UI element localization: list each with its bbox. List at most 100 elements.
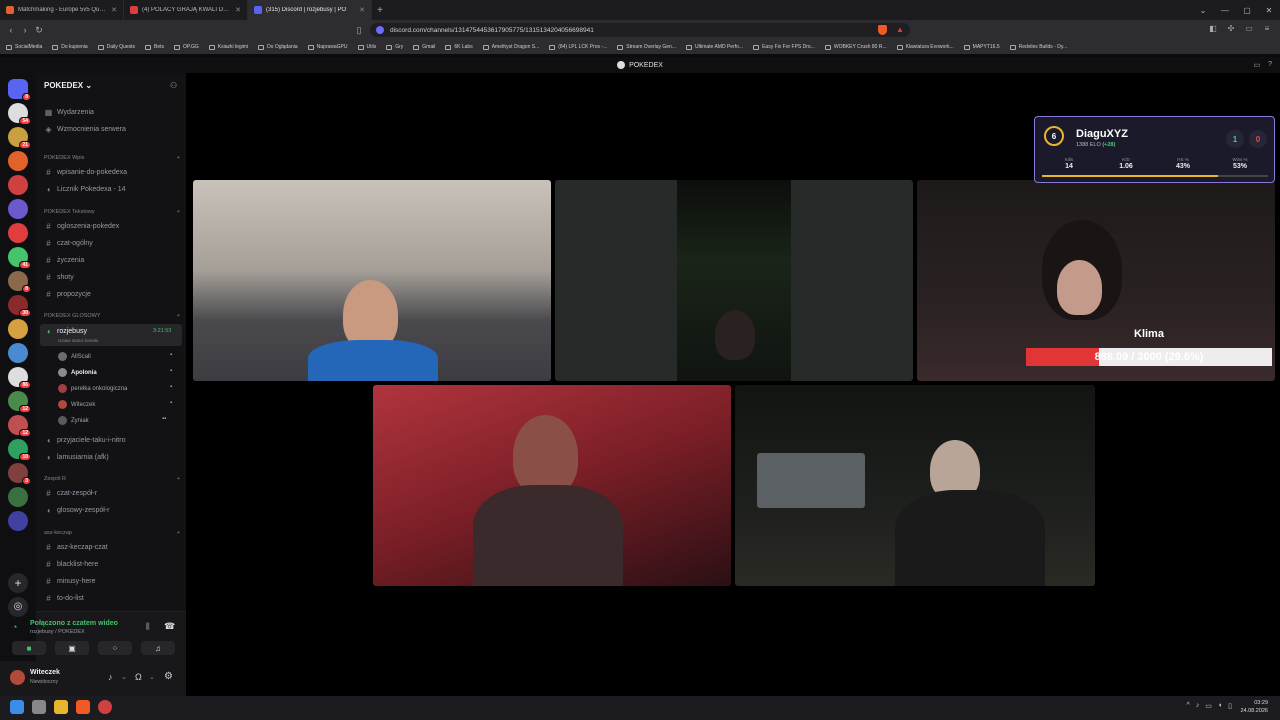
back-icon[interactable]: ‹: [4, 25, 18, 35]
start-icon[interactable]: [10, 700, 24, 714]
disconnect-icon[interactable]: ☎: [164, 621, 175, 632]
server-icon[interactable]: 12: [8, 415, 31, 437]
voice-channel[interactable]: ◖ Licznik Pokedexa - 14: [44, 185, 180, 194]
maximize-button[interactable]: ▢: [1236, 6, 1258, 15]
add-channel-icon[interactable]: +: [177, 209, 180, 215]
voice-channel[interactable]: ◖ lamusiarnia (afk): [44, 453, 180, 462]
bookmark-item[interactable]: Utils: [357, 44, 376, 50]
bookmark-item[interactable]: Bets: [145, 44, 164, 50]
bookmark-item[interactable]: NaprawaGPU: [307, 44, 348, 50]
bookmark-item[interactable]: 6K Labs: [445, 44, 473, 50]
soundboard-button[interactable]: ♫: [141, 641, 175, 655]
text-channel[interactable]: # czat-ogólny: [44, 239, 180, 248]
forward-icon[interactable]: ›: [18, 25, 32, 35]
text-channel[interactable]: # to-do-list: [44, 594, 180, 603]
video-tile[interactable]: [555, 180, 913, 381]
channel-events[interactable]: ▦ Wydarzenia: [44, 108, 180, 117]
bookmark-item[interactable]: OP.GG: [174, 44, 199, 50]
screen-share-button[interactable]: ▣: [55, 641, 89, 655]
video-tile[interactable]: [193, 180, 551, 381]
bookmark-item[interactable]: Gry: [386, 44, 403, 50]
voice-user[interactable]: AllScall: [58, 352, 91, 361]
text-channel[interactable]: # czat-zespół-r: [44, 489, 180, 498]
taskbar-clock[interactable]: 03:29 24.08.2026: [1240, 699, 1268, 715]
server-icon[interactable]: [8, 319, 28, 339]
bookmark-item[interactable]: (84) LPL LCK Pros -...: [549, 44, 607, 50]
tab-close-icon[interactable]: ✕: [235, 6, 241, 14]
camera-toggle-button[interactable]: ■: [12, 641, 46, 655]
server-icon[interactable]: [8, 487, 28, 507]
wallet-icon[interactable]: ▭: [1244, 24, 1254, 34]
category-header[interactable]: POKEDEX Tekstowy +: [44, 209, 180, 215]
server-icon[interactable]: 41: [8, 247, 31, 269]
bookmark-item[interactable]: Klawiatura Evowork...: [896, 44, 954, 50]
reload-icon[interactable]: ↻: [32, 25, 46, 36]
video-tile[interactable]: [373, 385, 731, 586]
voice-user[interactable]: Zyniak: [58, 416, 89, 425]
channel-server-boosts[interactable]: ◈ Wzmocnienia serwera: [44, 125, 180, 134]
server-icon[interactable]: [8, 511, 28, 531]
battery-icon[interactable]: ▯: [1228, 702, 1232, 710]
tab-close-icon[interactable]: ✕: [111, 6, 117, 14]
bookmark-item[interactable]: Easy Fix For FPS Dro...: [753, 44, 815, 50]
text-channel[interactable]: # asz-keczap-czat: [44, 543, 180, 552]
server-icon[interactable]: [8, 199, 28, 219]
server-icon[interactable]: [8, 175, 28, 195]
extension-icon[interactable]: ◧: [1208, 24, 1218, 34]
bookmark-item[interactable]: Gmail: [413, 44, 435, 50]
bookmark-item[interactable]: MAPYT16.5: [963, 44, 1000, 50]
new-tab-button[interactable]: +: [372, 5, 388, 16]
text-channel[interactable]: # ogloszenia-pokedex: [44, 222, 180, 231]
video-tile[interactable]: [735, 385, 1095, 586]
headphones-icon[interactable]: Ω: [135, 672, 142, 682]
voice-user[interactable]: Apolonia: [58, 368, 97, 377]
discover-icon[interactable]: ◎: [8, 597, 28, 617]
add-channel-icon[interactable]: +: [177, 476, 180, 482]
tab-search-icon[interactable]: ⌄: [1192, 6, 1214, 15]
server-icon[interactable]: 86: [8, 367, 31, 389]
activities-button[interactable]: ⁘: [98, 641, 132, 655]
server-name-header[interactable]: POKEDEX ⌄: [44, 81, 92, 90]
category-header[interactable]: asz-keczap +: [44, 530, 180, 536]
noise-suppression-icon[interactable]: ⫼: [146, 622, 150, 632]
add-channel-icon[interactable]: +: [177, 155, 180, 161]
tray-chevron-icon[interactable]: ^: [1186, 702, 1189, 710]
help-icon[interactable]: ?: [1268, 61, 1272, 69]
username[interactable]: Witeczek: [30, 669, 60, 676]
avatar[interactable]: [10, 670, 25, 685]
browser-tab-active[interactable]: (315) Discord | rozjebusy | PO ✕: [248, 0, 372, 20]
text-channel[interactable]: # wpisanie-do-pokedexa: [44, 168, 180, 177]
server-icon[interactable]: [8, 223, 28, 243]
category-header[interactable]: Zespół R +: [44, 476, 180, 482]
bookmark-item[interactable]: SocialMedia: [6, 44, 42, 50]
extensions-puzzle-icon[interactable]: ✣: [1226, 24, 1236, 34]
category-header[interactable]: POKEDEX Wpis +: [44, 155, 180, 161]
server-icon[interactable]: 21: [8, 127, 31, 149]
server-icon[interactable]: 12: [8, 391, 31, 413]
server-icon[interactable]: [8, 343, 28, 363]
category-header[interactable]: POKEDEX GLOSOWY +: [44, 313, 180, 319]
chevron-down-icon[interactable]: ⌄: [149, 673, 155, 681]
text-channel[interactable]: # blacklist-here: [44, 560, 180, 569]
app-icon[interactable]: [98, 700, 112, 714]
server-icon[interactable]: 54: [8, 103, 31, 125]
text-channel[interactable]: # życzenia: [44, 256, 180, 265]
bookmark-item[interactable]: Ultimate AMD Perfo...: [686, 44, 743, 50]
brave-browser-icon[interactable]: [76, 700, 90, 714]
add-channel-icon[interactable]: +: [177, 530, 180, 536]
gear-icon[interactable]: ⚙: [164, 671, 173, 682]
menu-icon[interactable]: ≡: [1262, 24, 1272, 34]
text-channel[interactable]: # propozycje: [44, 290, 180, 299]
browser-tab[interactable]: Matchmaking - Europe 5v5 Queue ✕: [0, 0, 124, 20]
server-icon[interactable]: [8, 151, 28, 171]
close-window-button[interactable]: ✕: [1258, 6, 1280, 15]
volume-icon[interactable]: ◖: [1218, 702, 1222, 710]
browser-tab[interactable]: (4) POLACY GRAJĄ KWALI DO IEM C ✕: [124, 0, 248, 20]
voice-channel[interactable]: ◖ glosowy-zespół-r: [44, 506, 180, 515]
text-channel[interactable]: # shoty: [44, 273, 180, 282]
bookmark-item[interactable]: WOBKEY Crush 80 R...: [824, 44, 887, 50]
minimize-button[interactable]: —: [1214, 6, 1236, 15]
rewards-icon[interactable]: ▲: [896, 25, 904, 34]
server-icon[interactable]: 3: [8, 463, 31, 485]
voice-user[interactable]: Witeczek: [58, 400, 95, 409]
